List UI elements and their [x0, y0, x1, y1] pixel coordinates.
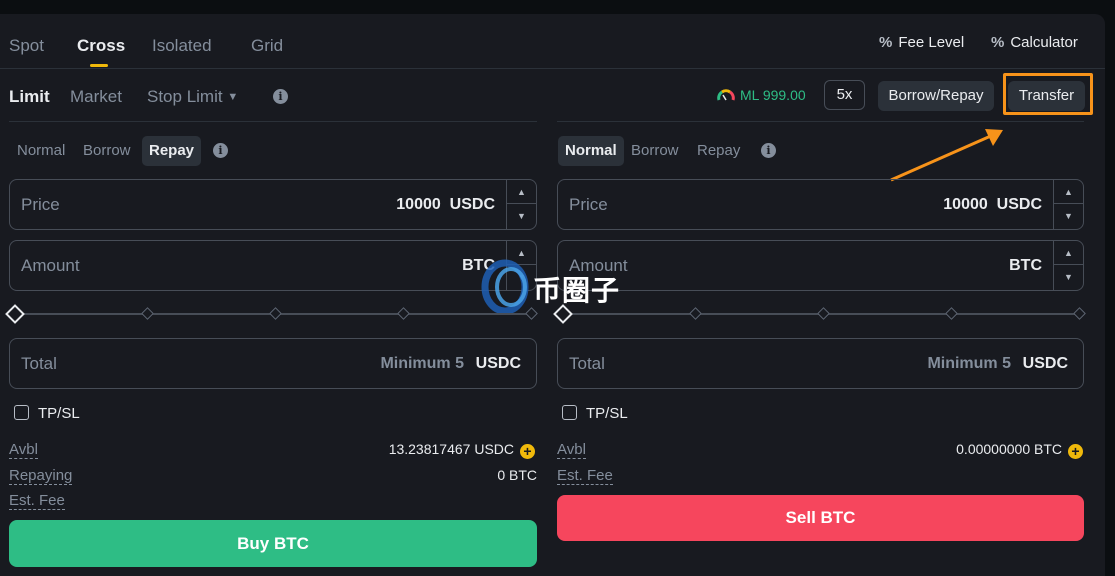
tpsl-checkbox[interactable] — [14, 405, 29, 420]
borrow-repay-button[interactable]: Borrow/Repay — [878, 81, 994, 111]
amount-unit: BTC — [1009, 257, 1042, 274]
active-tab-indicator — [90, 64, 108, 67]
increment-icon[interactable]: ▲ — [1054, 241, 1083, 265]
total-label: Total — [21, 354, 57, 373]
calculator-icon: % — [991, 34, 1005, 51]
sell-mode-normal[interactable]: Normal — [558, 136, 624, 166]
sell-mode-borrow[interactable]: Borrow — [631, 142, 679, 159]
tpsl-label: TP/SL — [38, 405, 80, 422]
stop-limit-label: Stop Limit — [147, 87, 223, 106]
total-unit: USDC — [475, 355, 521, 372]
increment-icon[interactable]: ▲ — [507, 180, 536, 204]
price-label: Price — [21, 195, 60, 214]
order-type-limit[interactable]: Limit — [9, 87, 50, 107]
sell-amount-input[interactable]: Amount BTC ▲ ▼ — [557, 240, 1084, 291]
transfer-highlight-box — [1003, 73, 1093, 115]
watermark-logo: 币圈子 — [481, 257, 631, 315]
price-stepper: ▲ ▼ — [506, 180, 536, 229]
sell-price-input[interactable]: Price 10000 USDC ▲ ▼ — [557, 179, 1084, 230]
buy-total-input[interactable]: Total Minimum 5 USDC — [9, 338, 537, 389]
divider — [9, 121, 537, 122]
increment-icon[interactable]: ▲ — [1054, 180, 1083, 204]
price-stepper: ▲ ▼ — [1053, 180, 1083, 229]
annotation-arrow — [890, 129, 1003, 182]
avbl-value: 0.00000000 BTC + — [956, 441, 1083, 459]
margin-level[interactable]: ML 999.00 — [717, 87, 806, 103]
info-icon[interactable]: i — [273, 89, 288, 104]
watermark-emblem — [481, 259, 529, 315]
price-label: Price — [569, 195, 608, 214]
leverage-button[interactable]: 5x — [824, 80, 865, 110]
total-placeholder: Minimum 5 — [380, 355, 464, 372]
avbl-label: Avbl — [557, 441, 586, 459]
tab-isolated[interactable]: Isolated — [152, 36, 212, 56]
info-icon[interactable]: i — [761, 143, 776, 158]
sell-total-input[interactable]: Total Minimum 5 USDC — [557, 338, 1084, 389]
decrement-icon[interactable]: ▼ — [1054, 204, 1083, 228]
margin-level-value: ML 999.00 — [740, 87, 806, 103]
price-value: 10000 USDC — [396, 196, 495, 213]
total-label: Total — [569, 354, 605, 373]
sell-button[interactable]: Sell BTC — [557, 495, 1084, 541]
watermark-text: 币圈子 — [533, 274, 621, 307]
tpsl-label: TP/SL — [586, 405, 628, 422]
buy-mode-borrow[interactable]: Borrow — [83, 142, 131, 159]
gauge-icon — [717, 89, 735, 101]
percent-icon: % — [879, 34, 893, 51]
sell-mode-repay[interactable]: Repay — [697, 142, 740, 159]
tpsl-checkbox[interactable] — [562, 405, 577, 420]
info-icon[interactable]: i — [213, 143, 228, 158]
calculator-link[interactable]: % Calculator — [991, 34, 1078, 51]
divider — [557, 121, 1084, 122]
buy-mode-repay[interactable]: Repay — [142, 136, 202, 166]
buy-mode-normal[interactable]: Normal — [17, 142, 65, 159]
calculator-label: Calculator — [1010, 34, 1078, 51]
order-type-stop-limit[interactable]: Stop Limit ▼ — [147, 87, 238, 107]
buy-price-input[interactable]: Price 10000 USDC ▲ ▼ — [9, 179, 537, 230]
add-funds-icon[interactable]: + — [520, 444, 535, 459]
avbl-label: Avbl — [9, 441, 38, 459]
fee-level-link[interactable]: % Fee Level — [879, 34, 964, 51]
price-value: 10000 USDC — [943, 196, 1042, 213]
order-type-market[interactable]: Market — [70, 87, 122, 107]
total-unit: USDC — [1022, 355, 1068, 372]
tab-spot[interactable]: Spot — [9, 36, 44, 56]
decrement-icon[interactable]: ▼ — [507, 204, 536, 228]
decrement-icon[interactable]: ▼ — [1054, 265, 1083, 289]
add-funds-icon[interactable]: + — [1068, 444, 1083, 459]
est-fee-label: Est. Fee — [557, 467, 613, 485]
divider — [0, 68, 1105, 69]
total-placeholder: Minimum 5 — [927, 355, 1011, 372]
est-fee-label: Est. Fee — [9, 492, 65, 510]
buy-button[interactable]: Buy BTC — [9, 520, 537, 567]
amount-label: Amount — [21, 256, 80, 275]
amount-stepper: ▲ ▼ — [1053, 241, 1083, 290]
repaying-label: Repaying — [9, 467, 73, 485]
tab-grid[interactable]: Grid — [251, 36, 283, 56]
caret-down-icon: ▼ — [227, 91, 239, 103]
avbl-value: 13.23817467 USDC + — [389, 441, 535, 459]
tab-cross[interactable]: Cross — [77, 36, 125, 56]
buy-amount-input[interactable]: Amount BTC ▲ ▼ — [9, 240, 537, 291]
repaying-value: 0 BTC — [497, 467, 537, 483]
fee-level-label: Fee Level — [898, 34, 965, 51]
